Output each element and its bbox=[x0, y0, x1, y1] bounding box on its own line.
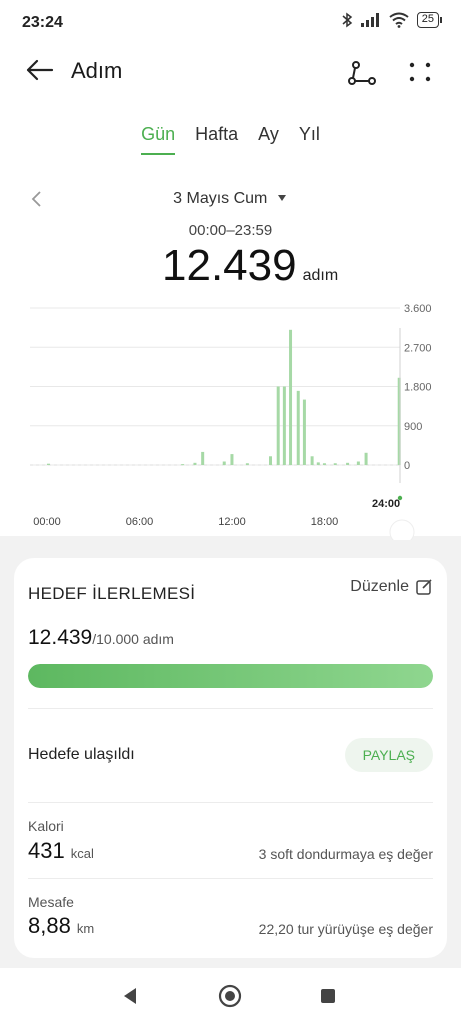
period-tabs: Gün Hafta Ay Yıl bbox=[0, 124, 461, 155]
more-dots-icon bbox=[409, 62, 431, 82]
edit-goal-button[interactable]: Düzenle bbox=[350, 578, 433, 596]
chart-bar bbox=[289, 329, 293, 465]
calories-value: 431 bbox=[28, 838, 65, 863]
chart-bar bbox=[222, 461, 226, 465]
goal-target: /10.000 adım bbox=[92, 631, 174, 647]
scrub-handle bbox=[389, 519, 415, 540]
route-icon bbox=[348, 61, 376, 85]
status-icons: 25 bbox=[341, 12, 443, 28]
x-tick-label: 00:00 bbox=[33, 516, 61, 528]
date-picker-button[interactable]: 3 Mayıs Cum bbox=[173, 190, 288, 207]
bluetooth-icon bbox=[342, 12, 352, 28]
y-tick-label: 3.600 bbox=[404, 303, 432, 315]
tab-day[interactable]: Gün bbox=[141, 124, 176, 155]
status-bar: 23:24 25 bbox=[0, 0, 461, 46]
system-nav-bar bbox=[0, 968, 461, 1024]
distance-equivalent: 22,20 tur yürüyüşe eş değer bbox=[258, 921, 433, 937]
route-share-button[interactable] bbox=[345, 54, 381, 90]
chart-bar bbox=[356, 461, 360, 465]
caret-down-icon bbox=[277, 195, 286, 201]
arrow-left-icon bbox=[26, 59, 54, 81]
divider bbox=[28, 708, 433, 709]
y-tick-label: 1.800 bbox=[404, 382, 432, 394]
app-bar: Adım bbox=[0, 46, 461, 96]
chart-bar bbox=[47, 463, 50, 465]
chart-bar bbox=[269, 456, 272, 465]
x-tick-label: 06:00 bbox=[126, 516, 154, 528]
chart-bar bbox=[230, 454, 234, 465]
chart-bar bbox=[245, 463, 249, 465]
triangle-back-icon bbox=[124, 988, 136, 1004]
goal-card: HEDEF İLERLEMESİ Düzenle 12.439 /10.000 … bbox=[14, 558, 447, 958]
goal-current: 12.439 bbox=[28, 626, 93, 649]
divider bbox=[28, 878, 433, 879]
chart-bar bbox=[276, 386, 280, 465]
nav-recents-button[interactable] bbox=[314, 982, 342, 1010]
total-steps: 12.439 adım bbox=[162, 241, 338, 291]
steps-chart[interactable]: 3.600 2.700 1.800 900 0 00:00 06:00 12:00 18:00 2… bbox=[0, 300, 461, 540]
signal-icon bbox=[360, 13, 379, 27]
time-range: 00:00–23:59 bbox=[188, 222, 273, 239]
chart-bar bbox=[322, 463, 326, 465]
goal-title: HEDEF İLERLEMESİ bbox=[28, 584, 196, 603]
y-tick-label: 2.700 bbox=[404, 342, 432, 354]
edit-icon bbox=[416, 579, 432, 595]
goal-progress-bar bbox=[28, 664, 433, 688]
y-tick-label: 900 bbox=[404, 421, 422, 433]
x-tick-label: 12:00 bbox=[218, 516, 246, 528]
steps-value: 12.439 bbox=[162, 241, 297, 290]
chart-bar bbox=[310, 456, 314, 465]
chart-bar bbox=[364, 452, 368, 465]
distance-value: 8,88 bbox=[28, 913, 71, 938]
nav-home-button[interactable] bbox=[216, 982, 244, 1010]
back-button[interactable] bbox=[22, 52, 62, 92]
chart-bar bbox=[193, 462, 197, 465]
calories-value-row: 431 kcal bbox=[28, 838, 94, 864]
page-title: Adım bbox=[71, 58, 123, 83]
goal-progress-text: 12.439 /10.000 adım bbox=[28, 626, 174, 650]
distance-unit: km bbox=[76, 921, 95, 936]
chart-bar bbox=[333, 463, 337, 465]
chart-bar bbox=[296, 390, 300, 465]
chart-bar bbox=[302, 399, 306, 465]
chart-bar bbox=[181, 464, 185, 466]
calories-unit: kcal bbox=[70, 846, 94, 861]
steps-unit: adım bbox=[302, 267, 339, 284]
chart-bar bbox=[282, 386, 286, 465]
calories-label: Kalori bbox=[28, 818, 64, 834]
more-options-button[interactable] bbox=[402, 54, 438, 90]
goal-status: Hedefe ulaşıldı bbox=[28, 746, 135, 763]
status-time: 23:24 bbox=[22, 14, 63, 31]
tab-week[interactable]: Hafta bbox=[195, 124, 238, 155]
divider bbox=[28, 802, 433, 803]
chart-bar bbox=[201, 451, 205, 465]
distance-value-row: 8,88 km bbox=[28, 913, 94, 939]
date-label: 3 Mayıs Cum bbox=[173, 190, 268, 207]
tab-month[interactable]: Ay bbox=[258, 124, 279, 155]
chart-bar bbox=[346, 462, 350, 465]
wifi-icon bbox=[389, 12, 409, 28]
square-recents-icon bbox=[321, 989, 335, 1003]
share-button[interactable]: PAYLAŞ bbox=[344, 738, 433, 772]
distance-label: Mesafe bbox=[28, 894, 74, 910]
battery-indicator: 25 bbox=[416, 12, 443, 28]
circle-home-icon bbox=[218, 984, 242, 1008]
edit-label: Düzenle bbox=[350, 578, 409, 595]
calories-equivalent: 3 soft dondurmaya eş değer bbox=[258, 846, 433, 862]
x-tick-label: 24:00 bbox=[372, 498, 400, 510]
y-tick-label: 0 bbox=[404, 460, 410, 472]
nav-back-button[interactable] bbox=[116, 982, 144, 1010]
tab-year[interactable]: Yıl bbox=[299, 124, 320, 155]
goal-progress-fill bbox=[28, 664, 433, 688]
chart-bar bbox=[316, 462, 320, 465]
date-selector: 3 Mayıs Cum bbox=[0, 190, 461, 208]
x-tick-label: 18:00 bbox=[311, 516, 339, 528]
